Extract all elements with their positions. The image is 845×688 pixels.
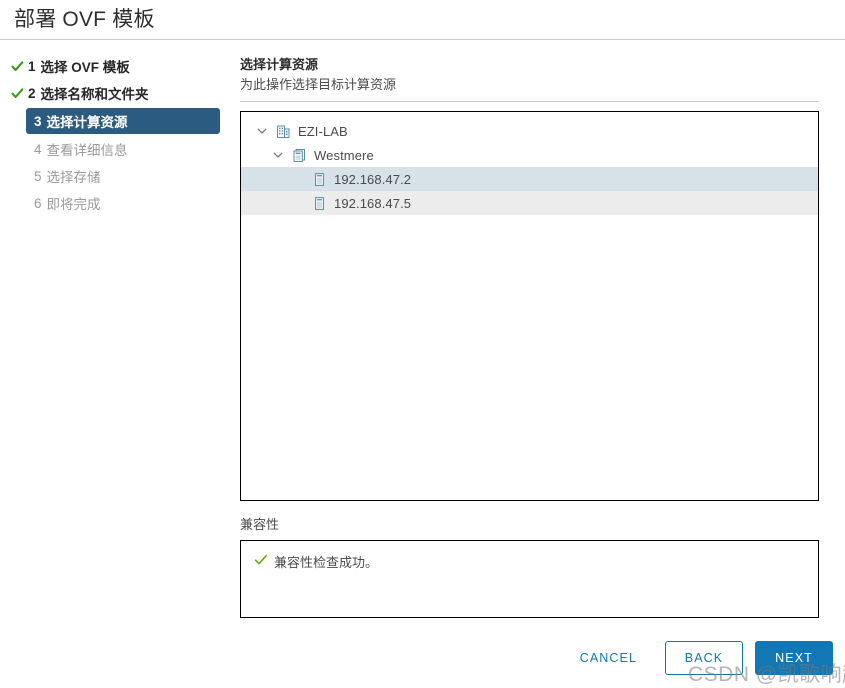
content-header: 选择计算资源 为此操作选择目标计算资源 <box>240 40 819 102</box>
tree-node-label: EZI-LAB <box>298 123 348 139</box>
sidebar-step-number: 2 <box>28 85 36 101</box>
cancel-button[interactable]: CANCEL <box>566 643 651 673</box>
sidebar-step-3[interactable]: 3 选择计算资源 <box>26 108 220 134</box>
check-icon <box>8 60 26 73</box>
sidebar-step-number: 5 <box>34 168 42 184</box>
sidebar-step-2[interactable]: 2 选择名称和文件夹 <box>8 81 222 105</box>
compatibility-box: 兼容性检查成功。 <box>240 540 819 618</box>
compatibility-message: 兼容性检查成功。 <box>274 555 379 570</box>
sidebar-step-5[interactable]: 5 选择存储 <box>26 164 222 188</box>
sidebar-step-1[interactable]: 1 选择 OVF 模板 <box>8 54 222 78</box>
sidebar-step-4[interactable]: 4 查看详细信息 <box>26 137 222 161</box>
content-title: 选择计算资源 <box>240 57 319 72</box>
sidebar-step-label: 查看详细信息 <box>46 143 128 158</box>
content-subtitle: 为此操作选择目标计算资源 <box>240 77 397 92</box>
compatibility-message-row: 兼容性检查成功。 <box>254 552 818 571</box>
tree-row[interactable]: Westmere <box>241 143 818 167</box>
tree-node-label: Westmere <box>314 147 374 163</box>
page-title: 部署 OVF 模板 <box>14 8 155 31</box>
sidebar-step-label: 选择计算资源 <box>46 115 128 130</box>
sidebar-step-number: 3 <box>34 113 42 129</box>
next-button[interactable]: NEXT <box>755 641 833 675</box>
sidebar-step-label: 选择 OVF 模板 <box>40 60 130 75</box>
check-icon <box>254 553 274 567</box>
host-icon <box>309 196 329 211</box>
header-divider <box>240 101 819 102</box>
tree-row[interactable]: EZI-LAB <box>241 119 818 143</box>
sidebar-step-6[interactable]: 6 即将完成 <box>26 191 222 215</box>
sidebar-step-label: 选择存储 <box>46 170 101 185</box>
chevron-down-icon[interactable] <box>251 125 273 137</box>
datacenter-icon <box>273 124 293 139</box>
chevron-down-icon[interactable] <box>267 149 289 161</box>
sidebar-step-label: 选择名称和文件夹 <box>40 87 149 102</box>
back-button[interactable]: BACK <box>665 641 743 675</box>
steps-sidebar: 1 选择 OVF 模板 2 选择名称和文件夹 3 选择计算资源 4 查看详细信息… <box>0 40 232 685</box>
content-pane: 选择计算资源 为此操作选择目标计算资源 EZI-LAB Westmere 192… <box>232 40 845 685</box>
host-icon <box>309 172 329 187</box>
wizard-footer: CANCEL BACK NEXT <box>0 630 845 686</box>
tree-row[interactable]: 192.168.47.2 <box>241 167 818 191</box>
compute-resource-tree[interactable]: EZI-LAB Westmere 192.168.47.2 192.168.47… <box>240 111 819 501</box>
tree-node-label: 192.168.47.5 <box>334 195 412 211</box>
tree-row[interactable]: 192.168.47.5 <box>241 191 818 215</box>
check-icon <box>8 87 26 100</box>
sidebar-step-number: 4 <box>34 141 42 157</box>
sidebar-step-number: 6 <box>34 195 42 211</box>
tree-node-label: 192.168.47.2 <box>334 171 412 187</box>
wizard-header: 部署 OVF 模板 <box>0 0 845 40</box>
wizard-body: 1 选择 OVF 模板 2 选择名称和文件夹 3 选择计算资源 4 查看详细信息… <box>0 40 845 685</box>
sidebar-step-label: 即将完成 <box>46 197 101 212</box>
cluster-icon <box>289 148 309 163</box>
sidebar-step-number: 1 <box>28 58 36 74</box>
compatibility-label: 兼容性 <box>240 517 280 532</box>
